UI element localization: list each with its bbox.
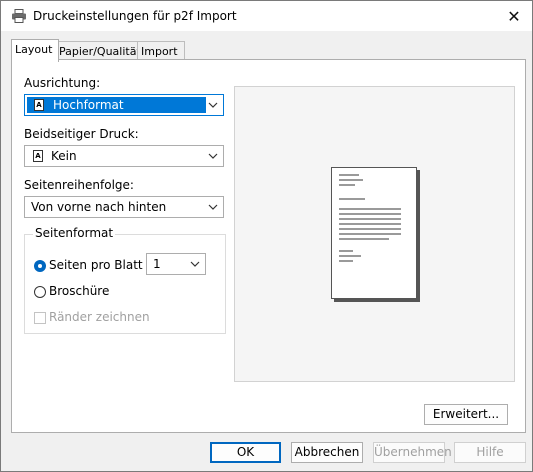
apply-button[interactable]: Übernehmen bbox=[373, 442, 452, 463]
preview-text-line bbox=[339, 198, 365, 200]
preview-text-line bbox=[339, 255, 361, 257]
page-order-select[interactable]: Von vorne nach hinten bbox=[24, 196, 224, 218]
title-bar: Druckeinstellungen für p2f Import ✕ bbox=[1, 1, 532, 31]
orientation-value: Hochformat bbox=[53, 98, 124, 112]
orientation-label: Ausrichtung: bbox=[24, 76, 101, 90]
preview-text-line bbox=[339, 218, 401, 220]
chevron-down-icon bbox=[208, 102, 218, 108]
preview-page bbox=[331, 167, 417, 299]
window-title: Druckeinstellungen für p2f Import bbox=[33, 9, 237, 23]
preview-text-line bbox=[339, 223, 401, 225]
chevron-down-icon bbox=[208, 204, 218, 210]
pages-per-sheet-radio[interactable] bbox=[34, 260, 46, 272]
page-format-title: Seitenformat bbox=[33, 226, 116, 240]
tab-paper-quality[interactable]: Papier/Qualität bbox=[55, 41, 141, 61]
draw-borders-checkbox[interactable] bbox=[34, 312, 46, 324]
layout-panel: Ausrichtung: A Hochformat Beidseitiger D… bbox=[11, 59, 526, 433]
pages-per-sheet-value: 1 bbox=[153, 257, 161, 271]
booklet-radio[interactable] bbox=[34, 286, 46, 298]
preview-text-line bbox=[339, 250, 353, 252]
preview-text-line bbox=[339, 213, 401, 215]
duplex-value: Kein bbox=[51, 149, 77, 163]
single-page-icon: A bbox=[33, 150, 43, 162]
printer-icon bbox=[12, 9, 26, 23]
preview-text-line bbox=[339, 184, 355, 186]
booklet-label[interactable]: Broschüre bbox=[49, 284, 109, 298]
preview-text-line bbox=[339, 260, 353, 262]
page-order-label: Seitenreihenfolge: bbox=[24, 178, 134, 192]
advanced-button[interactable]: Erweitert... bbox=[424, 404, 508, 425]
preview-text-line bbox=[339, 208, 401, 210]
pages-per-sheet-select[interactable]: 1 bbox=[146, 253, 206, 275]
preview-text-line bbox=[339, 238, 389, 240]
draw-borders-label: Ränder zeichnen bbox=[49, 310, 150, 324]
help-button[interactable]: Hilfe bbox=[454, 442, 526, 463]
orientation-select[interactable]: A Hochformat bbox=[24, 94, 224, 116]
duplex-label: Beidseitiger Druck: bbox=[24, 127, 139, 141]
chevron-down-icon bbox=[208, 153, 218, 159]
preview-text-line bbox=[339, 179, 363, 181]
layout-preview bbox=[234, 86, 515, 382]
tab-import[interactable]: Import bbox=[137, 41, 185, 61]
ok-button[interactable]: OK bbox=[210, 442, 281, 463]
portrait-page-icon: A bbox=[34, 99, 44, 111]
preview-text-line bbox=[339, 233, 401, 235]
chevron-down-icon bbox=[190, 261, 200, 267]
duplex-select[interactable]: A Kein bbox=[24, 145, 224, 167]
preview-text-line bbox=[339, 174, 359, 176]
pages-per-sheet-label[interactable]: Seiten pro Blatt bbox=[49, 258, 143, 272]
print-preferences-dialog: Druckeinstellungen für p2f Import ✕ Layo… bbox=[0, 0, 533, 472]
cancel-button[interactable]: Abbrechen bbox=[291, 442, 363, 463]
close-icon: ✕ bbox=[507, 6, 521, 26]
orientation-selection-highlight: A Hochformat bbox=[27, 97, 206, 113]
tab-layout[interactable]: Layout bbox=[11, 39, 59, 62]
page-order-value: Von vorne nach hinten bbox=[31, 200, 167, 214]
preview-text-line bbox=[339, 228, 401, 230]
page-format-group: Seitenformat Seiten pro Blatt 1 Broschür… bbox=[24, 226, 226, 334]
close-button[interactable]: ✕ bbox=[496, 1, 532, 31]
